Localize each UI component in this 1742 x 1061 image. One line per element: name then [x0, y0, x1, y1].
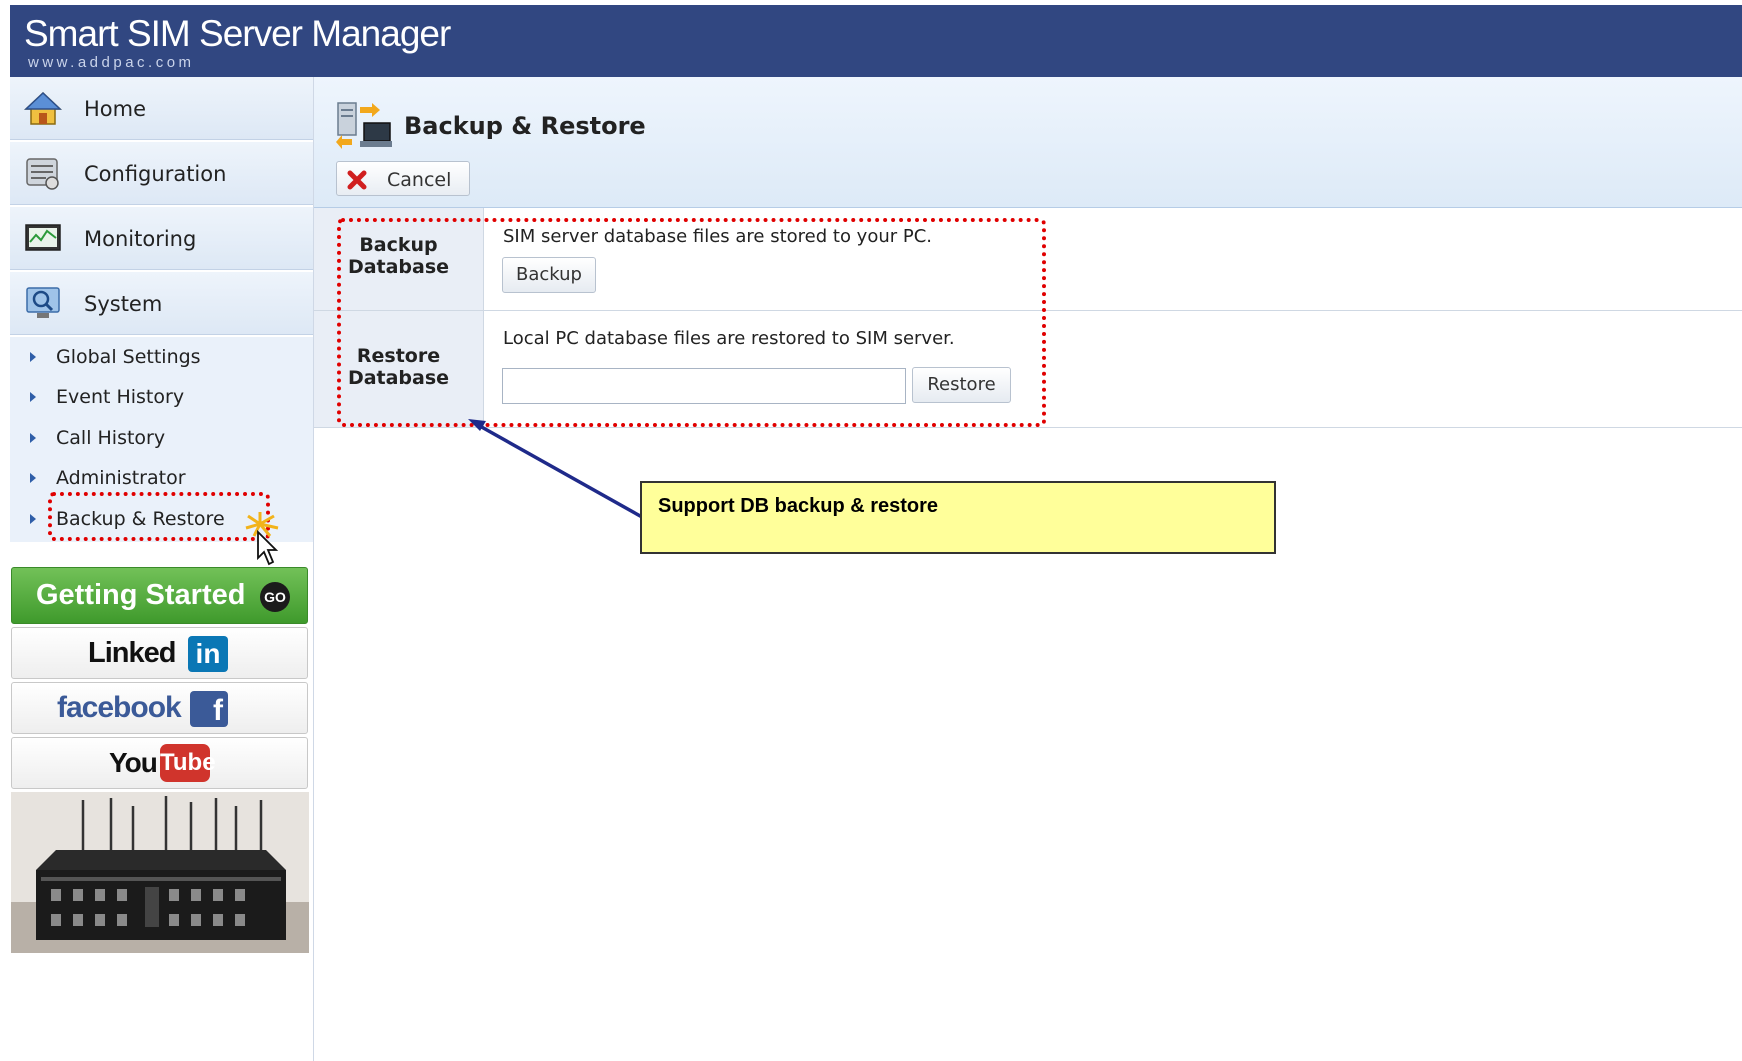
nav-label: System	[84, 292, 163, 316]
facebook-text: facebook	[57, 691, 182, 724]
nav-label: Monitoring	[84, 227, 197, 251]
submenu-label: Global Settings	[56, 346, 201, 368]
submenu-item-global-settings[interactable]: Global Settings	[10, 340, 310, 378]
submenu-item-event-history[interactable]: Event History	[10, 380, 310, 418]
app-title: Smart SIM Server Manager	[24, 13, 451, 54]
arrow-right-icon	[30, 473, 36, 483]
cancel-button[interactable]: Cancel	[336, 161, 470, 196]
app-header: Smart SIM Server Manager www.addpac.com	[10, 5, 1742, 77]
callout-text: Support DB backup & restore	[658, 495, 939, 517]
submenu-label: Administrator	[56, 467, 186, 489]
device-product-image	[11, 792, 309, 953]
getting-started-label: Getting Started	[36, 579, 246, 611]
backup-restore-icon	[336, 102, 392, 149]
submenu-item-call-history[interactable]: Call History	[10, 421, 310, 459]
app-url: www.addpac.com	[28, 54, 195, 71]
go-icon: GO	[260, 582, 290, 612]
arrow-right-icon	[30, 392, 36, 402]
highlight-frame-content	[337, 218, 1046, 427]
home-icon	[24, 91, 62, 125]
linkedin-icon: in	[188, 636, 228, 672]
nav-label: Configuration	[84, 162, 227, 186]
facebook-icon: f	[190, 691, 228, 727]
submenu-label: Call History	[56, 427, 166, 449]
nav-item-monitoring[interactable]: Monitoring	[10, 207, 313, 270]
youtube-text: You	[109, 747, 158, 778]
cancel-label: Cancel	[387, 169, 452, 191]
callout-box: Support DB backup & restore	[640, 481, 1276, 554]
youtube-icon: Tube	[160, 744, 216, 782]
monitoring-icon	[25, 224, 61, 251]
arrow-right-icon	[30, 514, 36, 524]
configuration-icon	[26, 158, 59, 190]
submenu-label: Event History	[56, 386, 185, 408]
nav-label: Home	[84, 97, 147, 121]
page-header: Backup & Restore Cancel	[314, 77, 1742, 208]
highlight-frame-menu	[48, 492, 270, 541]
sidebar: Home Configuration Monitoring System Glo…	[10, 77, 314, 1061]
close-icon	[347, 170, 367, 190]
nav-item-home[interactable]: Home	[10, 77, 313, 140]
nav-item-configuration[interactable]: Configuration	[10, 142, 313, 205]
system-icon	[26, 287, 60, 318]
nav-item-system[interactable]: System	[10, 272, 313, 335]
arrow-right-icon	[30, 352, 36, 362]
linkedin-text: Linked	[88, 637, 176, 669]
click-pointer-icon	[245, 512, 279, 566]
linkedin-link[interactable]: Linked in	[11, 627, 308, 679]
youtube-link[interactable]: You Tube	[11, 737, 308, 789]
callout-arrow	[468, 419, 643, 519]
page-title: Backup & Restore	[404, 112, 646, 140]
facebook-link[interactable]: facebook f	[11, 682, 308, 734]
arrow-right-icon	[30, 433, 36, 443]
getting-started-button[interactable]: Getting Started GO	[11, 567, 308, 624]
